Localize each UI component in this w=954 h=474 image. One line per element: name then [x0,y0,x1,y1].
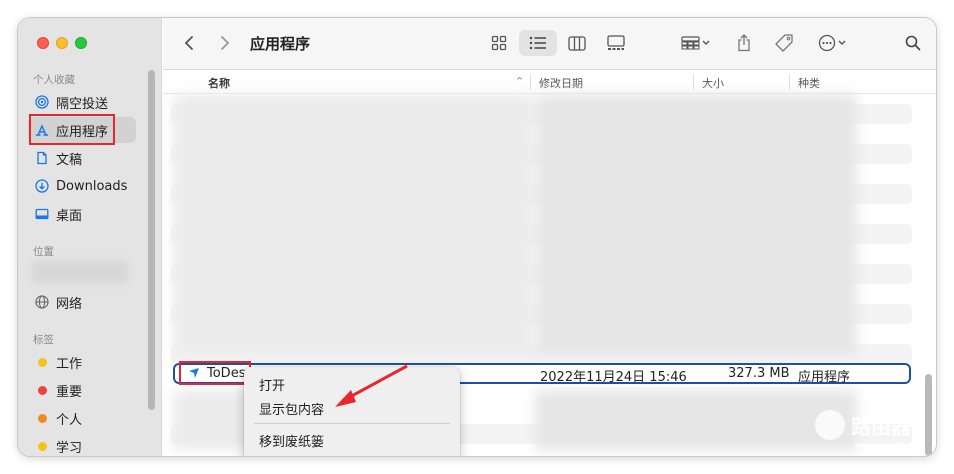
sidebar-tag-work[interactable]: 工作 [28,349,136,375]
orange-dot-icon [38,413,47,423]
zoom-window-button[interactable] [75,37,87,49]
menu-separator [254,423,450,424]
highlight-box-applications [29,114,115,145]
airdrop-icon [35,95,49,109]
sidebar-tag-important[interactable]: 重要 [28,377,136,403]
watermark-url: luyouqi.com [855,440,904,449]
icon-view-button[interactable] [483,30,515,56]
locations-heading: 位置 [33,246,54,258]
minimize-window-button[interactable] [56,37,68,49]
back-button[interactable] [177,30,201,56]
sidebar-item-label: 文稿 [56,152,83,168]
download-icon [35,179,49,193]
sidebar-item-documents[interactable]: 文稿 [28,145,136,171]
sidebar-item-downloads[interactable]: Downloads [28,173,136,199]
blurred-location-item [32,261,128,283]
sidebar-item-desktop[interactable]: 桌面 [28,201,136,227]
menu-item-show-package-contents[interactable]: 显示包内容 [259,399,324,418]
sidebar-item-label: Downloads [56,178,128,194]
column-name-header[interactable]: 名称 [208,75,230,91]
sidebar-item-label: 学习 [56,440,83,456]
highlight-box-app-name [179,361,251,385]
sidebar-item-airdrop[interactable]: 隔空投送 [28,89,136,115]
column-kind-header[interactable]: 种类 [798,75,820,91]
forward-icon [221,36,230,50]
column-view-icon [568,35,586,51]
icon-view-icon [491,35,507,51]
selected-app-modified: 2022年11月24日 15:46 [540,370,687,385]
blurred-file-details-lower [535,390,857,450]
share-icon [738,34,750,52]
close-window-button[interactable] [37,37,49,49]
gallery-view-button[interactable] [599,30,633,56]
tag-icon [775,34,793,52]
yellow-dot-icon [38,357,47,367]
search-button[interactable] [899,30,927,56]
list-view-button[interactable] [519,30,557,56]
gallery-view-icon [607,35,625,50]
sidebar-item-label: 个人 [56,412,83,428]
more-actions-button[interactable] [813,30,853,56]
sidebar-scrollbar[interactable] [148,70,155,410]
tags-heading: 标签 [33,334,54,346]
desktop-icon [35,207,49,221]
content-scrollbar[interactable] [925,374,932,456]
sidebar-item-label: 工作 [56,356,83,372]
yellow-dot-icon [38,441,47,451]
watermark: 路由器 [815,410,911,440]
watermark-text: 路由器 [851,414,911,439]
search-icon [905,35,921,51]
router-logo-icon [815,410,845,440]
sort-chevron-icon: ⌃ [515,75,525,88]
globe-icon [35,295,49,309]
sidebar: 个人收藏 隔空投送 应用程序 文稿 Downloads 桌面 位置 网络 标签 … [18,18,162,456]
column-size-header[interactable]: 大小 [702,75,724,91]
sidebar-item-label: 重要 [56,384,83,400]
sidebar-item-network[interactable]: 网络 [28,289,136,315]
forward-button[interactable] [213,30,237,56]
column-header: 名称 ⌃ 修改日期 大小 种类 [163,70,936,94]
list-view-icon [529,36,546,50]
toolbar: 应用程序 [163,18,936,70]
sidebar-item-label: 桌面 [56,208,83,224]
tag-button[interactable] [767,30,801,56]
column-view-button[interactable] [561,30,593,56]
menu-item-move-to-trash[interactable]: 移到废纸篓 [259,431,324,450]
selected-app-kind: 应用程序 [798,370,851,385]
column-divider [693,74,694,90]
blurred-file-details [535,94,857,356]
favorites-heading: 个人收藏 [33,74,75,86]
column-modified-header[interactable]: 修改日期 [539,75,583,91]
window-title: 应用程序 [250,35,311,53]
back-icon [184,36,193,50]
red-dot-icon [38,385,47,395]
sidebar-tag-study[interactable]: 学习 [28,433,136,456]
blurred-file-names [173,94,533,356]
sidebar-item-label: 网络 [56,296,83,312]
column-divider [789,74,790,90]
more-icon [818,34,846,52]
share-button[interactable] [729,30,759,56]
context-menu: 打开 显示包内容 移到废纸篓 [244,367,460,456]
column-divider [530,74,531,90]
sidebar-item-label: 隔空投送 [56,96,109,112]
group-button[interactable] [675,30,717,56]
selected-app-size: 327.3 MB [728,366,790,381]
document-icon [35,151,49,165]
group-icon [681,36,710,50]
menu-item-open[interactable]: 打开 [259,375,285,394]
finder-window: 个人收藏 隔空投送 应用程序 文稿 Downloads 桌面 位置 网络 标签 … [18,18,936,456]
sidebar-tag-personal[interactable]: 个人 [28,405,136,431]
